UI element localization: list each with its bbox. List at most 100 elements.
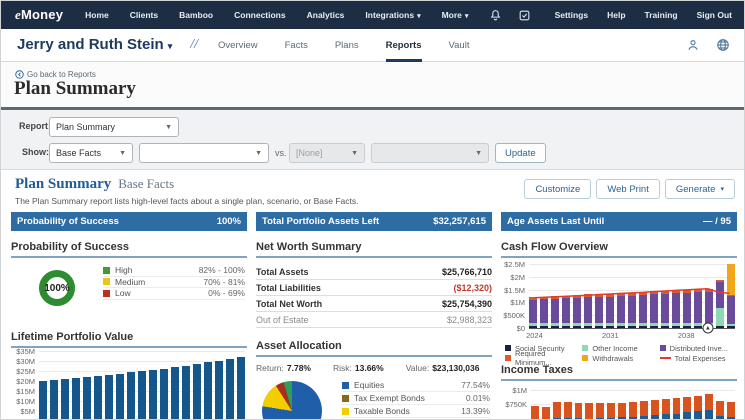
filter-panel: Report: Plan Summary ▼ Show: Base Facts ▼ … bbox=[1, 110, 744, 170]
nav-item-bamboo[interactable]: Bamboo bbox=[179, 10, 213, 20]
report-select[interactable]: Plan Summary ▼ bbox=[49, 117, 179, 137]
report-subtitle: Base Facts bbox=[118, 176, 175, 191]
customize-button[interactable]: Customize bbox=[524, 179, 592, 199]
y-tick-label: $10M bbox=[16, 397, 35, 406]
vs-label: vs. bbox=[275, 148, 287, 158]
bar bbox=[606, 293, 614, 328]
web-print-button[interactable]: Web Print bbox=[596, 179, 660, 199]
chevron-down-icon: ▼ bbox=[475, 149, 482, 157]
y-tick-label: $750K bbox=[505, 400, 527, 409]
bell-icon[interactable] bbox=[489, 9, 502, 22]
nav-item-sign-out[interactable]: Sign Out bbox=[697, 10, 732, 20]
legend-item-equities: Equities 77.54% bbox=[342, 379, 490, 392]
summary-bar-portfolio-assets: Total Portfolio Assets Left $32,257,615 bbox=[256, 212, 492, 231]
y-tick-label: $500K bbox=[503, 311, 525, 321]
legend-item-total-expenses: Total Expenses bbox=[659, 354, 737, 363]
bar bbox=[562, 295, 570, 328]
show-scenario-select[interactable]: Base Facts ▼ bbox=[49, 143, 133, 163]
bar bbox=[552, 402, 561, 419]
y-tick-label: $15M bbox=[16, 387, 35, 396]
client-tabs: Overview Facts Plans Reports Vault bbox=[218, 29, 469, 62]
total-expenses-line-swatch bbox=[659, 357, 671, 359]
probability-donut-chart: 100% bbox=[39, 270, 75, 306]
bar bbox=[585, 403, 594, 419]
chevron-down-icon: ▾ bbox=[720, 186, 724, 193]
globe-icon[interactable] bbox=[716, 38, 730, 52]
y-tick-label: $30M bbox=[16, 357, 35, 366]
legend-row: Required Minimum... Withdrawals Total Ex… bbox=[505, 349, 737, 367]
tab-plans[interactable]: Plans bbox=[335, 29, 359, 62]
other-income-swatch bbox=[582, 345, 589, 351]
client-name-dropdown[interactable]: Jerry and Ruth Stein ▾ bbox=[17, 36, 172, 54]
y-tick-label: $0 bbox=[516, 324, 525, 333]
chevron-down-icon: ▼ bbox=[255, 149, 262, 157]
lifetime-portfolio-chart: $35M $30M $25M $20M $15M $10M $5M bbox=[11, 347, 247, 419]
tab-facts[interactable]: Facts bbox=[285, 29, 308, 62]
donut-center-label: 100% bbox=[44, 282, 70, 294]
bar bbox=[171, 367, 179, 419]
nav-item-training[interactable]: Training bbox=[645, 10, 678, 20]
y-tick-label: $25M bbox=[16, 367, 35, 376]
bar bbox=[574, 402, 583, 419]
vs-scenario-select[interactable]: [None] ▼ bbox=[289, 143, 365, 163]
y-tick-label: $20M bbox=[16, 377, 35, 386]
bar bbox=[50, 380, 58, 419]
bar bbox=[617, 293, 625, 328]
bar bbox=[683, 397, 692, 419]
bar bbox=[138, 371, 146, 419]
legend-item-taxable-bonds: Taxable Bonds 13.39% bbox=[342, 405, 490, 418]
nav-item-more[interactable]: More ▾ bbox=[442, 10, 469, 20]
nav-item-settings[interactable]: Settings bbox=[555, 10, 589, 20]
equities-swatch bbox=[342, 381, 349, 389]
bar bbox=[661, 290, 669, 328]
bar bbox=[573, 295, 581, 328]
legend-item-other-income: Other Income bbox=[582, 344, 659, 353]
vs-filter-select[interactable]: ▼ bbox=[371, 143, 489, 163]
timeline-scrub-marker[interactable]: ▲ bbox=[702, 322, 714, 334]
bar bbox=[105, 375, 113, 419]
app-window: eMoney Home Clients Bamboo Connections A… bbox=[0, 0, 745, 420]
bars-area bbox=[531, 378, 735, 419]
y-tick-label: $1.5M bbox=[504, 285, 525, 295]
x-tick-label: 2024 bbox=[526, 331, 543, 340]
asset-allocation-content: Equities 77.54% Tax Exempt Bonds 0.01% Tax… bbox=[256, 379, 492, 419]
nav-item-clients[interactable]: Clients bbox=[130, 10, 158, 20]
tab-reports[interactable]: Reports bbox=[386, 29, 422, 62]
bar bbox=[116, 374, 124, 419]
asset-allocation-pie-chart bbox=[262, 381, 322, 419]
emoney-logo[interactable]: eMoney bbox=[15, 7, 63, 23]
chevron-down-icon: ▾ bbox=[167, 41, 173, 51]
y-tick-label: $1M bbox=[512, 386, 527, 395]
tab-overview[interactable]: Overview bbox=[218, 29, 258, 62]
nav-item-home[interactable]: Home bbox=[85, 10, 109, 20]
bar bbox=[629, 402, 637, 419]
tasks-icon[interactable] bbox=[518, 9, 531, 22]
tab-vault[interactable]: Vault bbox=[449, 29, 470, 62]
show-filter-select[interactable]: ▼ bbox=[139, 143, 269, 163]
bar bbox=[705, 393, 714, 419]
cash-flow-legend: Social Security Other Income Distributed… bbox=[505, 343, 737, 367]
summary-bar-age-assets: Age Assets Last Until — / 95 bbox=[501, 212, 737, 231]
nav-item-integrations[interactable]: Integrations ▾ bbox=[365, 10, 420, 20]
bar bbox=[61, 379, 69, 419]
bar bbox=[727, 402, 735, 419]
bar bbox=[639, 401, 648, 419]
nav-item-analytics[interactable]: Analytics bbox=[307, 10, 345, 20]
legend-item-distributed: Distributed Inve... bbox=[659, 344, 737, 353]
generate-button[interactable]: Generate ▾ bbox=[664, 179, 735, 199]
nav-item-help[interactable]: Help bbox=[607, 10, 625, 20]
bar bbox=[595, 293, 603, 328]
bar bbox=[551, 296, 559, 328]
legend-item-tax-exempt-bonds: Tax Exempt Bonds 0.01% bbox=[342, 392, 490, 405]
table-row: Out of Estate $2,988,323 bbox=[256, 312, 492, 328]
update-button[interactable]: Update bbox=[495, 143, 546, 163]
nav-item-connections[interactable]: Connections bbox=[234, 10, 285, 20]
bar bbox=[529, 297, 537, 328]
legend-item-low: Low 0% - 69% bbox=[103, 288, 245, 300]
column-cashflow: Age Assets Last Until — / 95 Cash Flow Ov… bbox=[501, 212, 737, 419]
bar bbox=[683, 289, 691, 328]
taxable-bonds-swatch bbox=[342, 407, 349, 415]
person-icon[interactable] bbox=[686, 38, 700, 52]
bars-area bbox=[39, 347, 245, 419]
bar bbox=[694, 289, 702, 328]
